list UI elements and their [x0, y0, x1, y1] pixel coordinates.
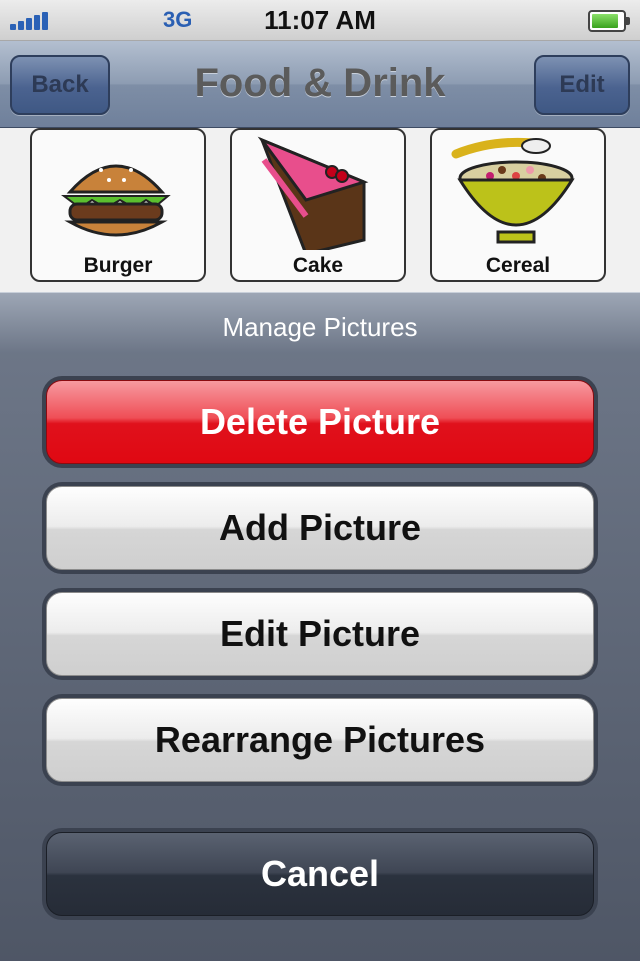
tile-cereal[interactable]: Cereal — [430, 128, 606, 282]
cancel-button[interactable]: Cancel — [46, 832, 594, 916]
tile-cake[interactable]: Cake — [230, 128, 406, 282]
navigation-bar: Back Food & Drink Edit — [0, 41, 640, 128]
edit-picture-container: Edit Picture — [42, 588, 598, 680]
delete-picture-button[interactable]: Delete Picture — [46, 380, 594, 464]
delete-picture-container: Delete Picture — [42, 376, 598, 468]
rearrange-pictures-container: Rearrange Pictures — [42, 694, 598, 786]
action-sheet-title: Manage Pictures — [222, 312, 418, 342]
add-picture-button[interactable]: Add Picture — [46, 486, 594, 570]
burger-icon — [61, 160, 171, 237]
cereal-icon — [451, 137, 575, 244]
cake-icon — [257, 136, 369, 250]
tile-label: Cereal — [485, 254, 551, 277]
edit-picture-button[interactable]: Edit Picture — [46, 592, 594, 676]
status-bar: 3G 11:07 AM — [0, 0, 640, 41]
add-picture-container: Add Picture — [42, 482, 598, 574]
rearrange-pictures-button[interactable]: Rearrange Pictures — [46, 698, 594, 782]
tile-label: Burger — [83, 254, 153, 277]
tile-label: Cake — [292, 254, 344, 277]
tile-burger[interactable]: Burger — [30, 128, 206, 282]
battery-icon — [588, 10, 630, 32]
status-time: 11:07 AM — [264, 5, 376, 35]
edit-button[interactable]: Edit — [534, 55, 630, 115]
cancel-container: Cancel — [42, 828, 598, 920]
